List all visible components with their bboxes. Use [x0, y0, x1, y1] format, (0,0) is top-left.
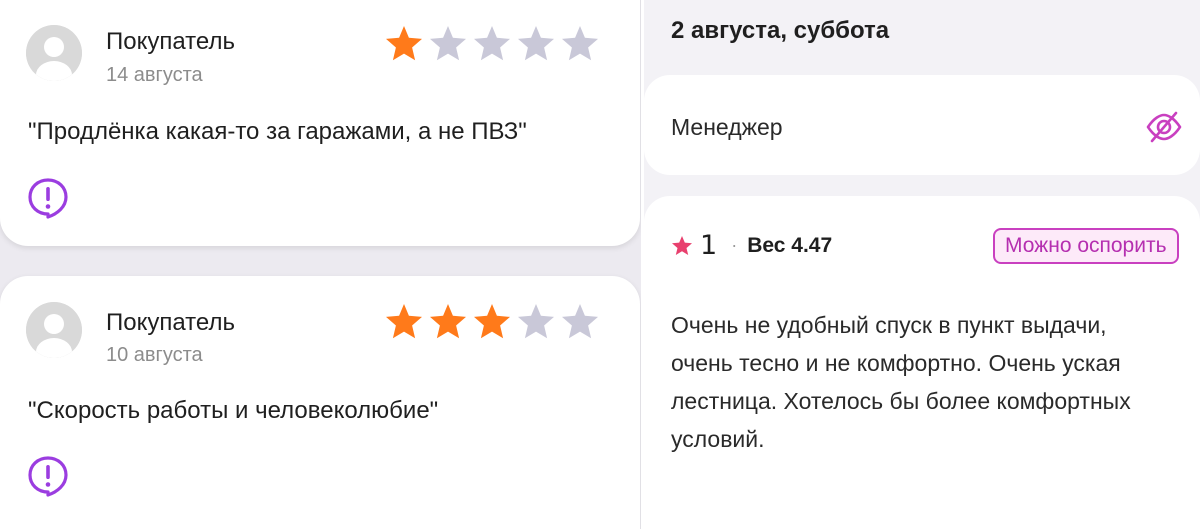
review-text: "Скорость работы и человеколюбие": [28, 397, 439, 424]
review-date: 10 августа: [106, 344, 203, 366]
star-filled-icon: [430, 304, 466, 339]
dispute-button[interactable]: Можно оспорить: [993, 228, 1179, 264]
manager-card: Менеджер: [644, 75, 1200, 175]
star-icon: [672, 235, 692, 255]
avatar: [26, 25, 82, 81]
review-text: "Продлёнка какая-то за гаражами, а не ПВ…: [28, 118, 527, 145]
review-author: Покупатель: [106, 309, 235, 336]
user-avatar-icon: [26, 25, 82, 81]
review-author: Покупатель: [106, 28, 235, 55]
rating-row: 1 · Вес 4.47: [670, 230, 832, 261]
review-detail-text: Очень не удобный спуск в пункт выдачи, о…: [671, 312, 1131, 452]
star-filled-icon: [386, 26, 422, 61]
day-title: 2 августа, суббота: [671, 17, 890, 44]
star-empty-icon: [518, 26, 554, 61]
rating-value: 1: [700, 230, 718, 261]
star-filled-icon: [386, 304, 422, 339]
star-rating: [384, 24, 600, 64]
complaint-icon[interactable]: [26, 176, 70, 220]
manager-label: Менеджер: [671, 114, 783, 140]
star-rating: [384, 302, 600, 342]
review-card: Покупатель 14 августа "Продлёнка какая-т…: [0, 0, 640, 246]
review-weight: Вес 4.47: [747, 233, 833, 257]
star-empty-icon: [430, 26, 466, 61]
star-filled-icon: [474, 304, 510, 339]
user-avatar-icon: [26, 302, 82, 358]
review-detail-panel: 2 августа, суббота Менеджер 1 · Вес 4.47…: [644, 0, 1200, 529]
star-empty-icon: [562, 304, 598, 339]
star-empty-icon: [518, 304, 554, 339]
review-detail-card: 1 · Вес 4.47 Можно оспорить Очень не удо…: [644, 196, 1200, 529]
star-empty-icon: [562, 26, 598, 61]
star-empty-icon: [474, 26, 510, 61]
review-date: 14 августа: [106, 64, 203, 86]
separator-dot: ·: [731, 235, 738, 255]
eye-off-icon[interactable]: [1144, 107, 1184, 147]
complaint-icon[interactable]: [26, 454, 70, 498]
avatar: [26, 302, 82, 358]
review-card: Покупатель 10 августа "Скорость работы и…: [0, 276, 640, 529]
reviews-panel: Покупатель 14 августа "Продлёнка какая-т…: [0, 0, 641, 529]
